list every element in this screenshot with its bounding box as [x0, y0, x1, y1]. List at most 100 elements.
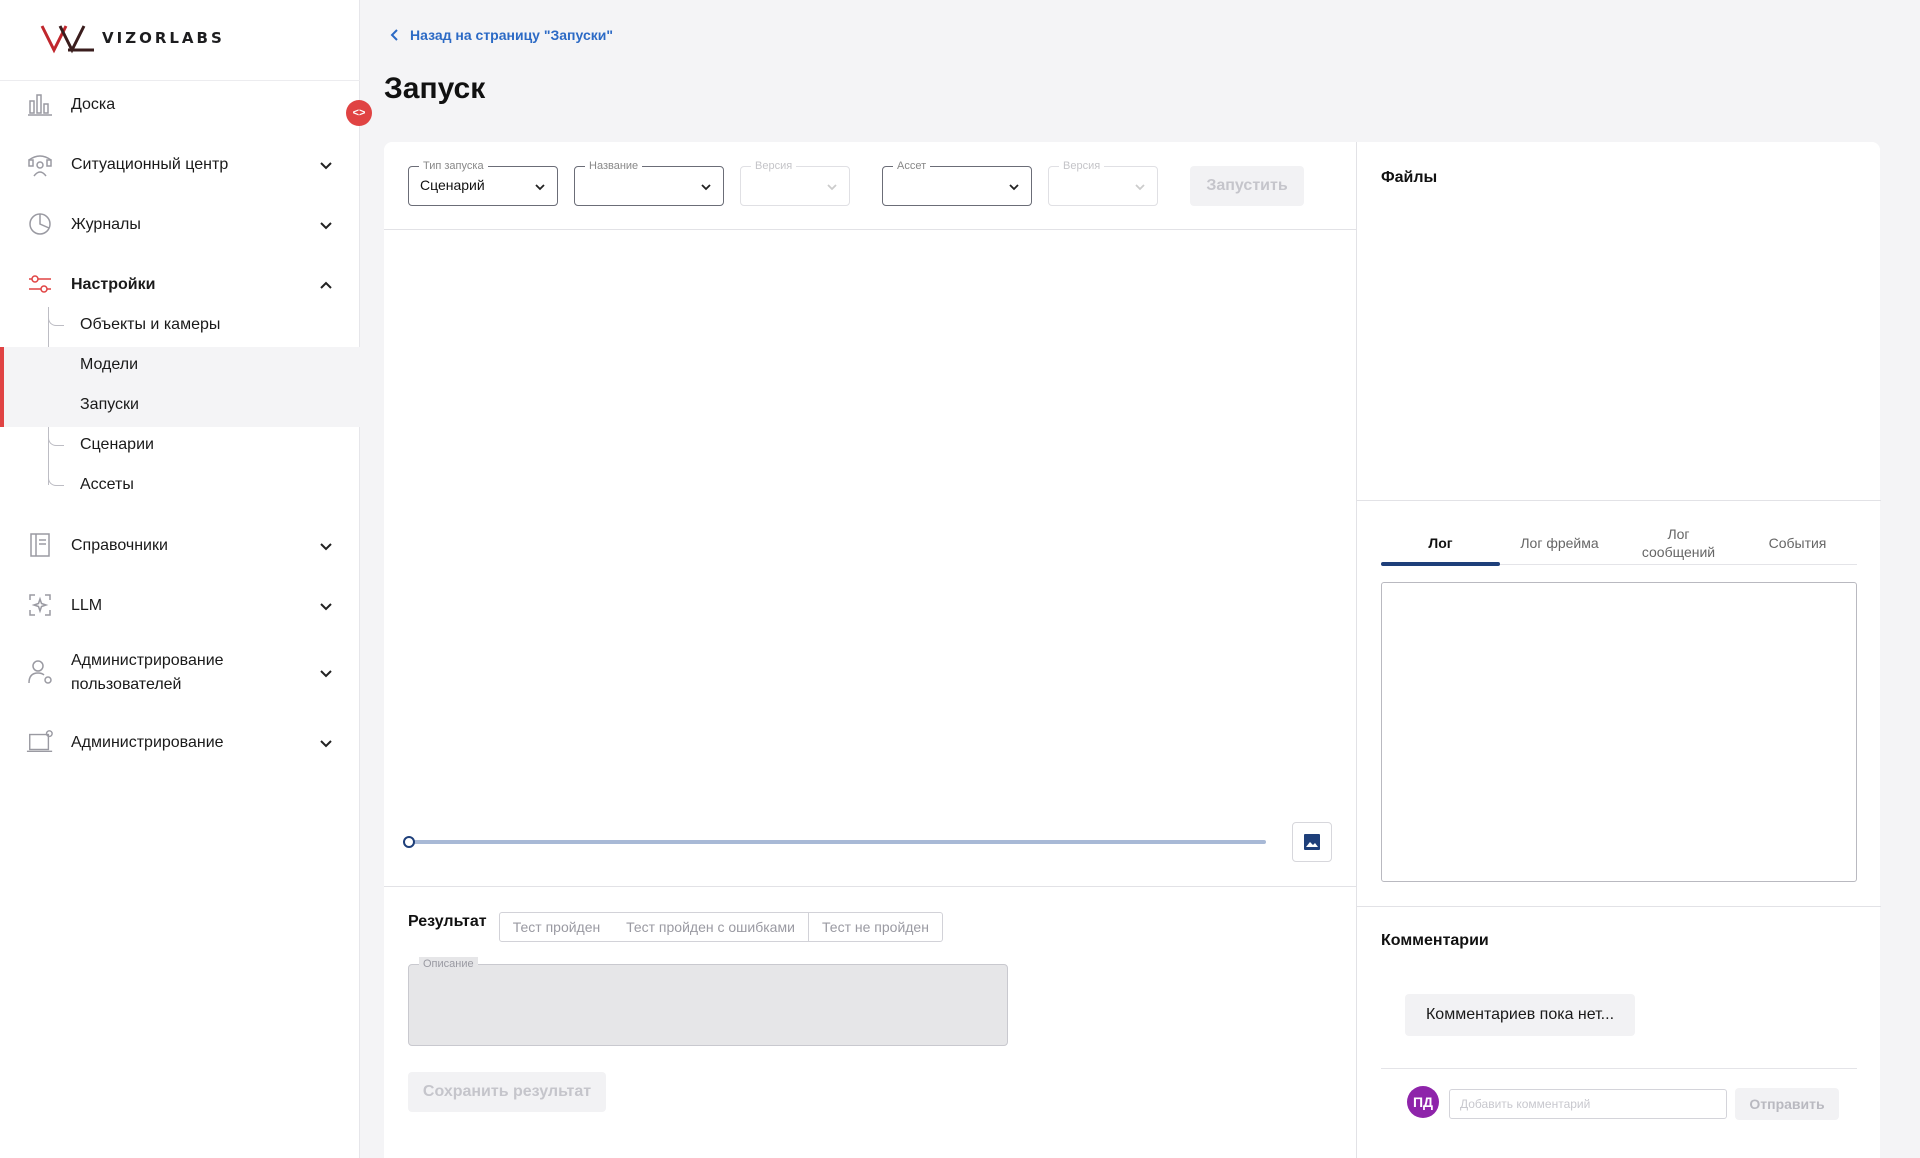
chevron-down-icon — [320, 670, 332, 678]
sidebar-subitem-label: Ассеты — [80, 476, 134, 493]
launch-panel: Тип запуска Сценарий Название Версия Асс… — [384, 142, 1356, 1158]
send-button[interactable]: Отправить — [1735, 1088, 1839, 1120]
sidebar-item-settings[interactable]: Настройки — [0, 270, 360, 300]
result-label: Результат — [408, 913, 487, 930]
sidebar-item-journals[interactable]: Журналы — [0, 210, 360, 240]
tab-frame-log[interactable]: Лог фрейма — [1500, 518, 1619, 568]
asset-version-select[interactable]: Версия — [1048, 159, 1158, 206]
chevron-down-icon — [320, 543, 332, 551]
chevron-down-icon — [320, 740, 332, 748]
files-title: Файлы — [1381, 169, 1438, 186]
divider — [384, 886, 1356, 887]
chevron-down-icon — [535, 184, 545, 191]
back-link-label: Назад на страницу "Запуски" — [410, 27, 613, 43]
vizorlabs-logo-icon — [40, 25, 94, 54]
page-title: Запуск — [384, 72, 486, 105]
result-option-passed-with-errors[interactable]: Тест пройден с ошибками — [613, 912, 809, 942]
result-option-passed[interactable]: Тест пройден — [499, 912, 614, 942]
chevron-down-icon — [701, 184, 711, 191]
sidebar-subitem-objects-cameras[interactable]: Объекты и камеры — [0, 307, 360, 347]
pie-chart-icon — [26, 210, 54, 238]
chevron-down-icon — [320, 162, 332, 170]
tab-label-line2: сообщений — [1641, 544, 1716, 560]
logo[interactable]: VIZORLABS — [40, 22, 225, 54]
ai-sparkle-icon — [26, 591, 54, 619]
sidebar-item-label: Настройки — [71, 276, 156, 293]
sidebar: VIZORLABS Доска Ситуационный центр Журна… — [0, 0, 360, 1158]
sidebar-item-label: Ситуационный центр — [71, 156, 229, 173]
sidebar-item-label: Доска — [71, 96, 116, 113]
sidebar-item-label-line2: пользователей — [71, 676, 182, 693]
sidebar-subitem-models[interactable]: Модели — [0, 347, 360, 387]
book-icon — [26, 531, 54, 559]
comments-title: Комментарии — [1381, 932, 1489, 949]
chevron-down-icon — [1009, 184, 1019, 191]
sliders-icon — [26, 270, 54, 298]
sidebar-item-label: Администрирование — [71, 734, 224, 751]
field-label: Название — [585, 159, 643, 173]
sidebar-item-situation-center[interactable]: Ситуационный центр — [0, 150, 360, 180]
sidebar-subitem-label: Объекты и камеры — [80, 316, 221, 333]
name-select[interactable]: Название — [574, 159, 724, 206]
user-settings-icon — [26, 658, 54, 686]
sidebar-subitem-label: Модели — [80, 356, 139, 373]
field-label: Тип запуска — [419, 159, 488, 173]
chevron-up-icon — [320, 281, 332, 289]
divider — [1357, 500, 1881, 501]
field-label: Ассет — [893, 159, 931, 173]
sidebar-subitem-launches[interactable]: Запуски — [0, 387, 360, 427]
sidebar-item-label: Справочники — [71, 537, 168, 554]
brand-name: VIZORLABS — [102, 29, 225, 47]
main-content: Назад на страницу "Запуски" Запуск Тип з… — [360, 0, 1920, 1158]
admin-laptop-icon — [26, 728, 54, 756]
divider — [1357, 906, 1881, 907]
field-label: Версия — [751, 159, 797, 173]
chevron-left-icon — [390, 29, 398, 41]
save-result-button[interactable]: Сохранить результат — [408, 1072, 606, 1112]
sidebar-subitem-scenarios[interactable]: Сценарии — [0, 427, 360, 467]
details-panel: Файлы Лог Лог фрейма Лог сообщений Событ… — [1356, 142, 1881, 1158]
sidebar-item-references[interactable]: Справочники — [0, 531, 360, 561]
avatar: ПД — [1407, 1086, 1439, 1118]
sidebar-item-label: Журналы — [71, 216, 141, 233]
field-value: Сценарий — [420, 177, 485, 193]
tab-message-log[interactable]: Лог сообщений — [1619, 518, 1738, 568]
code-brackets-icon: <> — [352, 107, 366, 119]
sidebar-item-administration[interactable]: Администрирование — [0, 728, 360, 758]
asset-select[interactable]: Ассет — [882, 159, 1032, 206]
sidebar-item-dashboard[interactable]: Доска — [0, 90, 360, 120]
sidebar-item-label: LLM — [71, 597, 103, 614]
comment-input[interactable] — [1449, 1089, 1727, 1119]
back-link[interactable]: Назад на страницу "Запуски" — [390, 27, 613, 43]
divider — [0, 80, 360, 81]
image-view-button[interactable] — [1292, 822, 1332, 862]
timeline-knob[interactable] — [403, 836, 415, 848]
image-icon — [1304, 834, 1320, 850]
chevron-down-icon — [320, 603, 332, 611]
field-label: Описание — [419, 957, 478, 971]
divider — [1381, 1068, 1857, 1069]
sidebar-item-user-administration[interactable]: Администрирование пользователей — [0, 648, 360, 698]
run-button[interactable]: Запустить — [1190, 166, 1304, 206]
tab-log[interactable]: Лог — [1381, 518, 1500, 568]
launch-type-select[interactable]: Тип запуска Сценарий — [408, 159, 558, 206]
empty-comments-message: Комментариев пока нет... — [1405, 994, 1635, 1036]
chevron-down-icon — [827, 184, 837, 191]
log-output[interactable] — [1381, 582, 1857, 882]
situation-center-icon — [26, 150, 54, 178]
description-field[interactable]: Описание — [408, 957, 1008, 1046]
active-tab-indicator — [1381, 562, 1500, 566]
sidebar-item-label-line1: Администрирование — [71, 652, 224, 669]
timeline-track[interactable] — [408, 840, 1266, 844]
sidebar-subitem-assets[interactable]: Ассеты — [0, 467, 360, 507]
tab-events[interactable]: События — [1738, 518, 1857, 568]
result-option-failed[interactable]: Тест не пройден — [809, 912, 943, 942]
tab-label-line1: Лог — [1667, 526, 1690, 542]
version-select[interactable]: Версия — [740, 159, 850, 206]
chevron-down-icon — [320, 222, 332, 230]
sidebar-toggle-button[interactable]: <> — [346, 100, 372, 126]
chart-bars-icon — [26, 90, 54, 118]
sidebar-subitem-label: Сценарии — [80, 436, 154, 453]
launch-toolbar: Тип запуска Сценарий Название Версия Асс… — [384, 142, 1356, 230]
sidebar-item-llm[interactable]: LLM — [0, 591, 360, 621]
